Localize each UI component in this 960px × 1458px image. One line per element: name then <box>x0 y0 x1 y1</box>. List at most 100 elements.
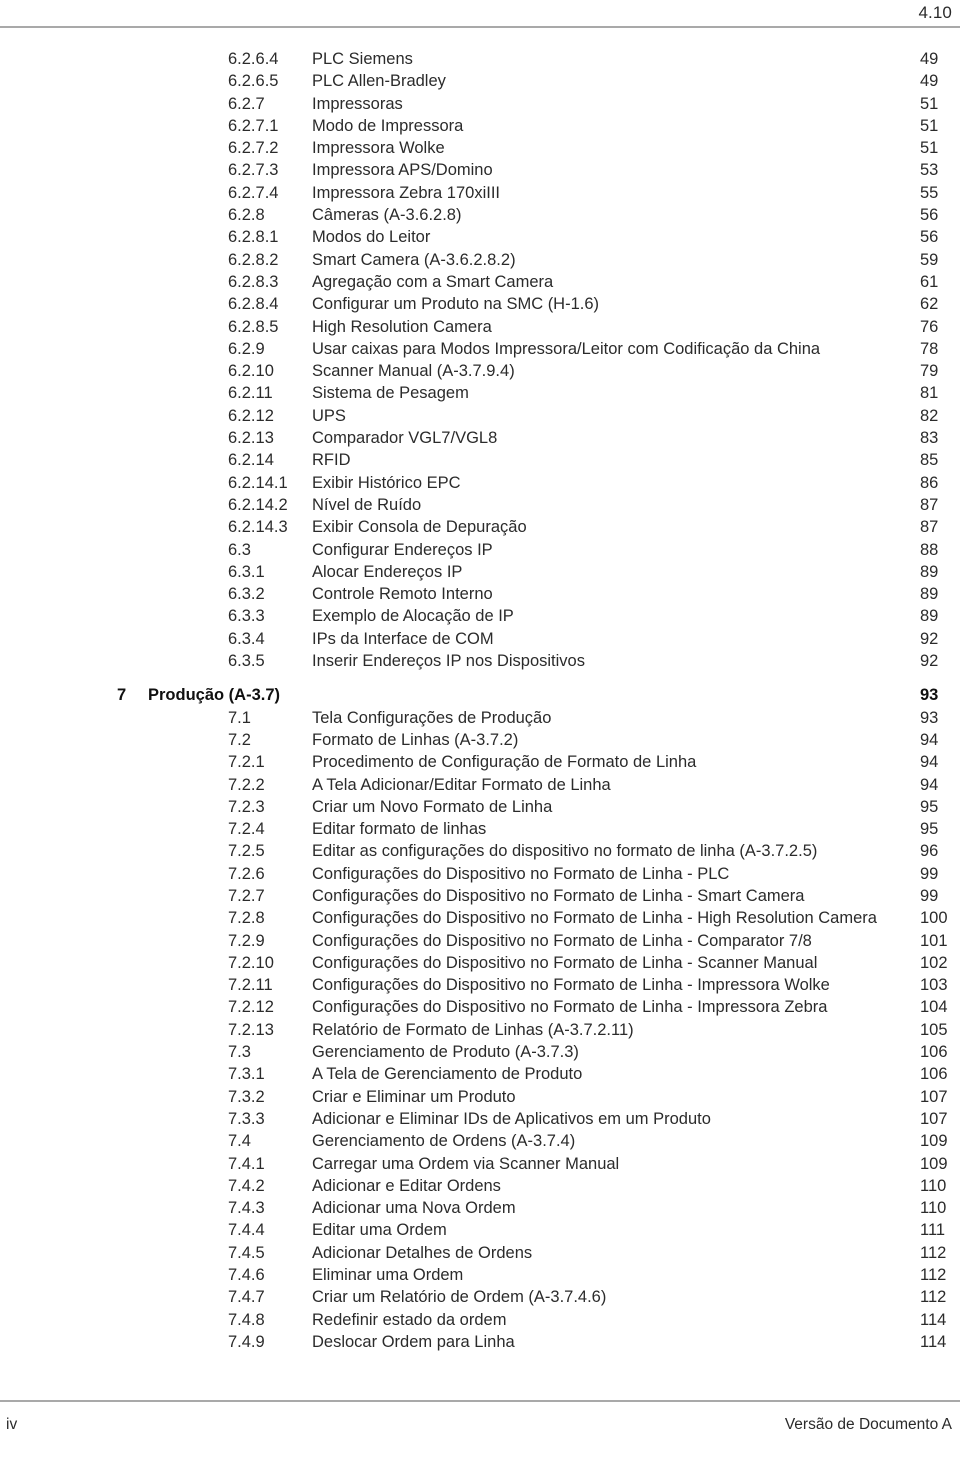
toc-entry[interactable]: 6.3.5 Inserir Endereços IP nos Dispositiv… <box>0 650 960 672</box>
toc-entry[interactable]: 7.2.2 A Tela Adicionar/Editar Formato de … <box>0 774 960 796</box>
toc-entry-number: 7.2.11 <box>228 976 273 995</box>
toc-entry[interactable]: 7.4.6 Eliminar uma Ordem 112 <box>0 1264 960 1286</box>
toc-entry[interactable]: 7.2 Formato de Linhas (A-3.7.2) 94 <box>0 729 960 751</box>
toc-entry-page-number: 112 <box>920 1243 947 1262</box>
toc-entry[interactable]: 6.2.14.2 Nível de Ruído 87 <box>0 494 960 516</box>
toc-entry[interactable]: 6.2.13 Comparador VGL7/VGL8 83 <box>0 427 960 449</box>
toc-entry-page-number: 92 <box>920 629 939 648</box>
toc-entry[interactable]: 7.1 Tela Configurações de Produção 93 <box>0 707 960 729</box>
toc-entry[interactable]: 6.2.8.3 Agregação com a Smart Camera 61 <box>0 271 960 293</box>
toc-entry-number: 7.2.7 <box>228 886 265 905</box>
toc-entry-page-number: 82 <box>920 406 939 425</box>
toc-entry[interactable]: 6.2.10 Scanner Manual (A-3.7.9.4) 79 <box>0 360 960 382</box>
toc-entry-page-number: 86 <box>920 473 939 492</box>
toc-entry[interactable]: 7.4.5 Adicionar Detalhes de Ordens 112 <box>0 1242 960 1264</box>
toc-entry[interactable]: 6.2.9 Usar caixas para Modos Impressora/L… <box>0 338 960 360</box>
toc-entry-page-number: 95 <box>920 797 939 816</box>
toc-entry-page-number: 112 <box>920 1266 947 1285</box>
toc-entry-title: Adicionar e Editar Ordens <box>312 1176 501 1195</box>
toc-entry-title: Adicionar e Eliminar IDs de Aplicativos … <box>312 1109 711 1128</box>
toc-entry[interactable]: 6.2.7.2 Impressora Wolke 51 <box>0 137 960 159</box>
toc-entry[interactable]: 6.3.2 Controle Remoto Interno 89 <box>0 583 960 605</box>
toc-entry[interactable]: 7.4.8 Redefinir estado da ordem 114 <box>0 1309 960 1331</box>
toc-entry[interactable]: 6.2.8.5 High Resolution Camera 76 <box>0 316 960 338</box>
toc-entry[interactable]: 6.3.4 IPs da Interface de COM 92 <box>0 628 960 650</box>
toc-entry[interactable]: 6.3.3 Exemplo de Alocação de IP 89 <box>0 605 960 627</box>
toc-entry-number: 7.2.9 <box>228 931 265 950</box>
toc-entry[interactable]: 6.2.11 Sistema de Pesagem 81 <box>0 382 960 404</box>
toc-entry[interactable]: 6.2.7.3 Impressora APS/Domino 53 <box>0 159 960 181</box>
toc-entry[interactable]: 7.3 Gerenciamento de Produto (A-3.7.3) 106 <box>0 1041 960 1063</box>
toc-part-heading[interactable]: 7 Produção (A-3.7) 93 <box>0 684 960 706</box>
toc-entry[interactable]: 7.4.3 Adicionar uma Nova Ordem 110 <box>0 1197 960 1219</box>
toc-entry[interactable]: 7.3.3 Adicionar e Eliminar IDs de Aplicat… <box>0 1108 960 1130</box>
toc-entry-title: Câmeras (A-3.6.2.8) <box>312 206 462 225</box>
toc-entry[interactable]: 6.2.7.4 Impressora Zebra 170xiIII 55 <box>0 182 960 204</box>
toc-entry-title: Editar as configurações do dispositivo n… <box>312 842 818 861</box>
toc-entry[interactable]: 7.2.13 Relatório de Formato de Linhas (A-… <box>0 1019 960 1041</box>
toc-entry-page-number: 107 <box>920 1109 948 1128</box>
toc-entry[interactable]: 6.3 Configurar Endereços IP 88 <box>0 539 960 561</box>
toc-entry[interactable]: 7.2.4 Editar formato de linhas 95 <box>0 818 960 840</box>
toc-entry-number: 6.2.9 <box>228 339 265 358</box>
toc-entry[interactable]: 7.4.7 Criar um Relatório de Ordem (A-3.7.… <box>0 1286 960 1308</box>
toc-entry-page-number: 94 <box>920 775 939 794</box>
toc-entry-number: 7.4.5 <box>228 1243 265 1262</box>
toc-entry[interactable]: 6.2.7.1 Modo de Impressora 51 <box>0 115 960 137</box>
toc-entry[interactable]: 7.4.9 Deslocar Ordem para Linha 114 <box>0 1331 960 1353</box>
toc-entry[interactable]: 7.4.4 Editar uma Ordem 111 <box>0 1219 960 1241</box>
toc-entry[interactable]: 6.2.7 Impressoras 51 <box>0 93 960 115</box>
toc-entry[interactable]: 7.2.11 Configurações do Dispositivo no Fo… <box>0 974 960 996</box>
toc-entry-title: Tela Configurações de Produção <box>312 708 552 727</box>
toc-entry[interactable]: 7.3.2 Criar e Eliminar um Produto 107 <box>0 1086 960 1108</box>
toc-entry[interactable]: 7.2.10 Configurações do Dispositivo no Fo… <box>0 952 960 974</box>
toc-entry[interactable]: 7.2.7 Configurações do Dispositivo no For… <box>0 885 960 907</box>
toc-entry[interactable]: 7.3.1 A Tela de Gerenciamento de Produto 1… <box>0 1063 960 1085</box>
toc-entry-page-number: 89 <box>920 562 939 581</box>
toc-entry-number: 7 <box>117 686 127 705</box>
toc-entry[interactable]: 6.2.8.1 Modos do Leitor 56 <box>0 226 960 248</box>
toc-entry-title: Impressora Wolke <box>312 139 445 158</box>
toc-entry-title: Modo de Impressora <box>312 116 464 135</box>
toc-entry-title: Configurações do Dispositivo no Formato … <box>312 864 730 883</box>
toc-entry[interactable]: 7.4 Gerenciamento de Ordens (A-3.7.4) 109 <box>0 1130 960 1152</box>
toc-entry-title: Gerenciamento de Ordens (A-3.7.4) <box>312 1132 576 1151</box>
toc-entry[interactable]: 6.2.8 Câmeras (A-3.6.2.8) 56 <box>0 204 960 226</box>
toc-entry[interactable]: 6.2.12 UPS 82 <box>0 405 960 427</box>
toc-entry-title: Configurar um Produto na SMC (H-1.6) <box>312 295 600 314</box>
toc-entry-number: 7.4.3 <box>228 1199 265 1218</box>
toc-entry-number: 7.2.4 <box>228 820 265 839</box>
toc-entry[interactable]: 7.4.2 Adicionar e Editar Ordens 110 <box>0 1175 960 1197</box>
toc-entry-page-number: 112 <box>920 1288 947 1307</box>
toc-entry-title: Impressora APS/Domino <box>312 161 493 180</box>
toc-entry-number: 6.2.8.1 <box>228 228 279 247</box>
toc-entry[interactable]: 7.2.8 Configurações do Dispositivo no For… <box>0 907 960 929</box>
toc-entry[interactable]: 6.2.14.3 Exibir Consola de Depuração 87 <box>0 516 960 538</box>
toc-entry[interactable]: 6.3.1 Alocar Endereços IP 89 <box>0 561 960 583</box>
toc-entry[interactable]: 6.2.6.4 PLC Siemens 49 <box>0 48 960 70</box>
toc-entry-page-number: 110 <box>920 1176 947 1195</box>
toc-entry[interactable]: 7.2.3 Criar um Novo Formato de Linha 95 <box>0 796 960 818</box>
toc-entry-page-number: 93 <box>920 686 939 705</box>
toc-entry[interactable]: 6.2.14.1 Exibir Histórico EPC 86 <box>0 472 960 494</box>
toc-entry[interactable]: 6.2.6.5 PLC Allen-Bradley 49 <box>0 70 960 92</box>
toc-entry-number: 7.4.9 <box>228 1332 265 1351</box>
toc-entry[interactable]: 7.2.9 Configurações do Dispositivo no For… <box>0 930 960 952</box>
toc-entry-page-number: 93 <box>920 708 939 727</box>
toc-entry[interactable]: 6.2.8.2 Smart Camera (A-3.6.2.8.2) 59 <box>0 249 960 271</box>
toc-entry[interactable]: 7.2.6 Configurações do Dispositivo no For… <box>0 863 960 885</box>
toc-entry[interactable]: 7.2.1 Procedimento de Configuração de For… <box>0 751 960 773</box>
toc-entry-number: 6.2.8 <box>228 206 265 225</box>
toc-entry[interactable]: 7.4.1 Carregar uma Ordem via Scanner Manu… <box>0 1153 960 1175</box>
toc-entry-title: Alocar Endereços IP <box>312 562 463 581</box>
toc-entry-title: IPs da Interface de COM <box>312 629 494 648</box>
toc-entry-page-number: 83 <box>920 429 939 448</box>
toc-entry[interactable]: 6.2.14 RFID 85 <box>0 449 960 471</box>
toc-entry-number: 7.2.10 <box>228 953 274 972</box>
toc-entry-page-number: 49 <box>920 50 939 68</box>
toc-entry[interactable]: 6.2.8.4 Configurar um Produto na SMC (H-1… <box>0 293 960 315</box>
toc-entry-number: 6.2.14 <box>228 451 274 470</box>
toc-entry-title: Impressora Zebra 170xiIII <box>312 183 500 202</box>
toc-entry[interactable]: 7.2.12 Configurações do Dispositivo no Fo… <box>0 996 960 1018</box>
toc-entry[interactable]: 7.2.5 Editar as configurações do disposit… <box>0 840 960 862</box>
